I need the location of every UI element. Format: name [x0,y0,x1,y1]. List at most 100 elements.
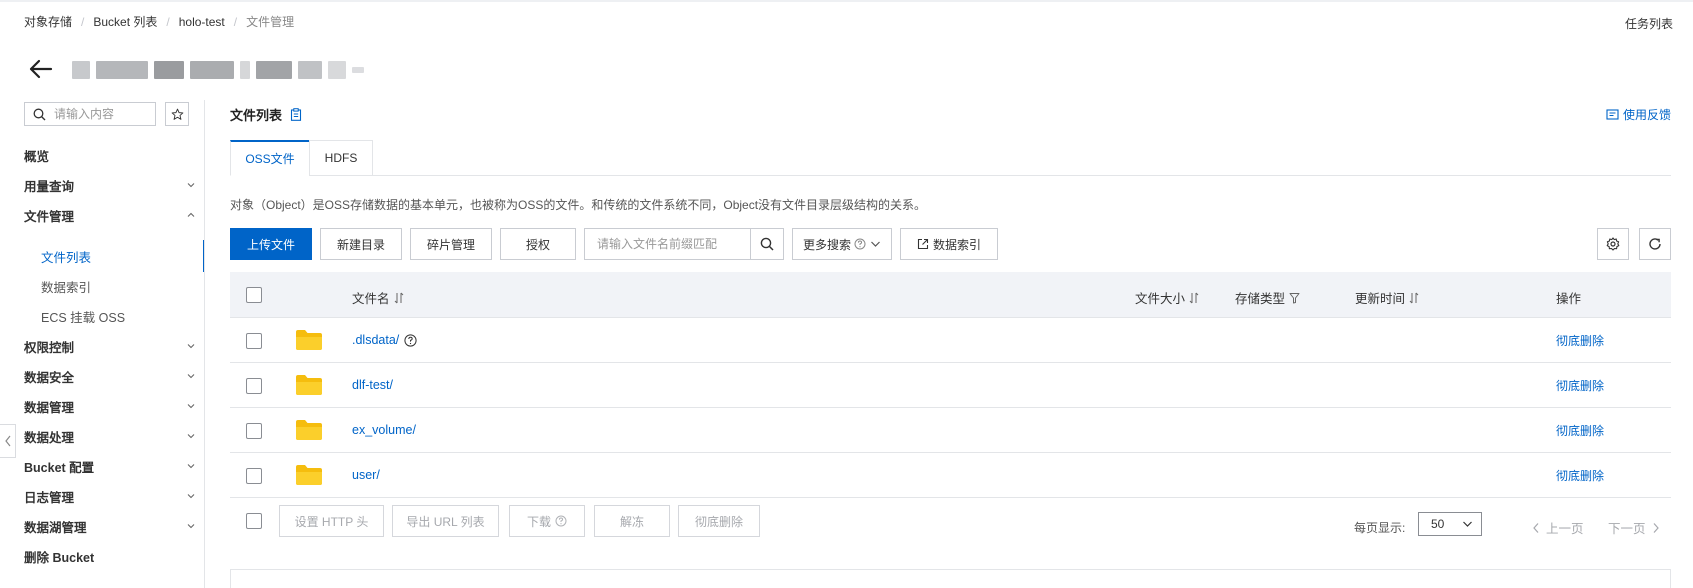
chevron-right-icon [1652,522,1660,534]
breadcrumb-bucket-list[interactable]: Bucket 列表 [93,13,157,30]
sidebar-item-usage[interactable]: 用量查询 [24,169,196,201]
table-row[interactable]: .dlsdata/ 彻底删除 [230,318,1671,363]
sidebar-item-data-security[interactable]: 数据安全 [24,360,196,392]
row-checkbox[interactable] [246,423,262,439]
feedback-link[interactable]: 使用反馈 [1606,106,1671,123]
breadcrumb-separator: / [233,14,238,29]
sidebar-item-file-management[interactable]: 文件管理 [24,199,196,231]
more-search-dropdown[interactable]: 更多搜索 [792,228,892,260]
chevron-down-icon [186,521,196,531]
feedback-icon [1606,108,1619,121]
chevron-down-icon [1462,519,1473,529]
sidebar-item-delete-bucket[interactable]: 删除 Bucket [24,540,196,572]
upload-file-button[interactable]: 上传文件 [230,228,312,260]
download-button[interactable]: 下载 [509,505,585,537]
row-checkbox[interactable] [246,378,262,394]
page-size-label: 每页显示: [1354,521,1406,535]
sidebar-item-permissions[interactable]: 权限控制 [24,330,196,362]
sidebar-item-file-list[interactable]: 文件列表 [41,240,204,272]
file-name: .dlsdata/ [352,333,400,347]
column-actions: 操作 [1556,288,1581,307]
file-name-link[interactable]: dlf-test/ [352,378,393,392]
sidebar-item-label: 权限控制 [24,340,75,355]
back-arrow-icon[interactable] [27,56,53,82]
data-index-button[interactable]: 数据索引 [900,228,998,260]
delete-permanently-link[interactable]: 彻底删除 [1556,422,1604,439]
file-name-link[interactable]: user/ [352,468,380,482]
fragment-management-button[interactable]: 碎片管理 [410,228,492,260]
task-list-link[interactable]: 任务列表 [1625,15,1673,32]
page-title: 文件列表 [230,105,302,124]
column-storage-class[interactable]: 存储类型 [1235,288,1300,307]
file-tabs: OSS文件 HDFS [230,140,1671,176]
new-directory-button[interactable]: 新建目录 [320,228,402,260]
file-prefix-search-input[interactable] [585,229,751,259]
object-description: 对象（Object）是OSS存储数据的基本单元，也被称为OSS的文件。和传统的文… [230,198,927,212]
bottom-panel [230,569,1671,588]
sidebar-search-input[interactable] [54,107,150,121]
help-icon [854,238,866,250]
unfreeze-button[interactable]: 解冻 [594,505,670,537]
clipboard-icon[interactable] [290,108,302,121]
sidebar-collapse-button[interactable] [0,424,16,458]
file-search[interactable] [584,228,784,260]
sidebar-search[interactable] [24,102,156,126]
sidebar-item-data-management[interactable]: 数据管理 [24,390,196,422]
delete-permanently-link[interactable]: 彻底删除 [1556,467,1604,484]
chevron-left-icon [1532,522,1540,534]
sidebar-item-logs[interactable]: 日志管理 [24,480,196,512]
delete-permanently-button[interactable]: 彻底删除 [678,505,760,537]
select-all-checkbox[interactable] [246,287,262,303]
star-icon[interactable] [165,102,189,126]
column-updated-time[interactable]: 更新时间 [1355,288,1419,307]
export-url-list-button[interactable]: 导出 URL 列表 [392,505,499,537]
folder-icon [295,464,323,486]
row-checkbox[interactable] [246,333,262,349]
table-row[interactable]: dlf-test/ 彻底删除 [230,363,1671,408]
file-name-link[interactable]: ex_volume/ [352,423,416,437]
sidebar-item-label: 数据处理 [24,430,75,445]
breadcrumb-current: 文件管理 [246,15,295,29]
page-size-select[interactable]: 50 [1418,512,1482,536]
table-row[interactable]: ex_volume/ 彻底删除 [230,408,1671,453]
tab-oss-files[interactable]: OSS文件 [230,140,310,176]
breadcrumb-bucket[interactable]: holo-test [179,15,225,29]
sidebar-item-label: 文件管理 [24,209,75,224]
sidebar-item-overview[interactable]: 概览 [24,139,196,171]
footer-select-all-checkbox[interactable] [246,513,262,529]
refresh-icon[interactable] [1639,228,1671,260]
sidebar-item-label: 概览 [24,149,50,164]
folder-icon [295,374,323,396]
delete-permanently-link[interactable]: 彻底删除 [1556,332,1604,349]
chevron-down-icon [186,371,196,381]
set-http-header-button[interactable]: 设置 HTTP 头 [279,505,384,537]
delete-permanently-link[interactable]: 彻底删除 [1556,377,1604,394]
sidebar-item-ecs-mount[interactable]: ECS 挂载 OSS [41,300,204,332]
table-row[interactable]: user/ 彻底删除 [230,453,1671,498]
column-size[interactable]: 文件大小 [1135,288,1199,307]
prev-page-button[interactable]: 上一页 [1532,518,1584,537]
settings-gear-icon[interactable] [1597,228,1629,260]
help-icon[interactable] [404,333,417,347]
sidebar-item-data-index[interactable]: 数据索引 [41,270,204,302]
breadcrumb-oss[interactable]: 对象存储 [24,13,72,30]
sidebar-item-data-lake[interactable]: 数据湖管理 [24,510,196,542]
tab-label: HDFS [324,151,358,165]
tab-hdfs[interactable]: HDFS [309,140,373,176]
sidebar-item-bucket-config[interactable]: Bucket 配置 [24,450,196,482]
sidebar-item-data-processing[interactable]: 数据处理 [24,420,196,452]
file-name: dlf-test/ [352,378,393,392]
sort-icon [1189,292,1199,304]
file-name-link[interactable]: .dlsdata/ [352,333,417,347]
sidebar-item-label: 数据索引 [41,280,92,295]
next-page-button[interactable]: 下一页 [1608,518,1660,537]
sort-icon [1409,292,1419,304]
sidebar-item-label: 数据安全 [24,370,75,385]
chevron-up-icon [186,210,196,220]
prev-page-label: 上一页 [1546,522,1584,536]
column-name[interactable]: 文件名 [352,288,404,307]
search-icon[interactable] [751,229,783,259]
row-checkbox[interactable] [246,468,262,484]
file-name: ex_volume/ [352,423,416,437]
authorize-button[interactable]: 授权 [500,228,576,260]
